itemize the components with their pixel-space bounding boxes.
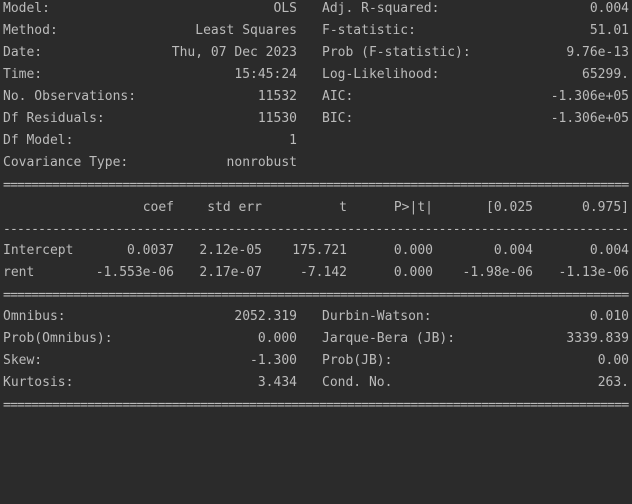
method-label: Method:: [3, 23, 58, 38]
model-label: Model:: [3, 1, 50, 16]
col-t: t: [339, 200, 347, 215]
row-name-intercept: Intercept: [3, 243, 74, 258]
aic-label: AIC:: [322, 89, 354, 104]
prob-omnibus-value: 0.000: [257, 331, 297, 346]
f-statistic-value: 51.01: [589, 23, 629, 38]
summary-row: Df Model: 1: [3, 130, 629, 152]
col-p-value: P>|t|: [393, 200, 433, 215]
double-rule: ========================================…: [3, 290, 629, 301]
cell-std-err: 2.12e-05: [199, 243, 262, 258]
bic-value: -1.306e+05: [550, 111, 629, 126]
skew-label: Skew:: [3, 353, 43, 368]
summary-row: Method: Least Squares F-statistic: 51.01: [3, 20, 629, 42]
model-value: OLS: [273, 1, 297, 16]
double-rule: ========================================…: [3, 400, 629, 411]
date-label: Date:: [3, 45, 43, 60]
date-value: Thu, 07 Dec 2023: [171, 45, 297, 60]
col-ci-upper: 0.975]: [582, 200, 629, 215]
df-residuals-value: 11530: [257, 111, 297, 126]
cell-coef: 0.0037: [127, 243, 174, 258]
no-observations-value: 11532: [257, 89, 297, 104]
cell-ci-lower: 0.004: [493, 243, 533, 258]
kurtosis-label: Kurtosis:: [3, 375, 74, 390]
summary-row: Kurtosis: 3.434 Cond. No. 263.: [3, 372, 629, 394]
log-likelihood-value: 65299.: [582, 67, 629, 82]
f-statistic-label: F-statistic:: [322, 23, 416, 38]
df-residuals-label: Df Residuals:: [3, 111, 105, 126]
cell-std-err: 2.17e-07: [199, 265, 262, 280]
df-model-label: Df Model:: [3, 133, 74, 148]
col-ci-lower: [0.025: [486, 200, 533, 215]
cell-coef: -1.553e-06: [95, 265, 174, 280]
regression-summary-output: Model: OLS Adj. R-squared: 0.004 Method:…: [3, 0, 629, 412]
durbin-watson-value: 0.010: [589, 309, 629, 324]
cell-ci-upper: 0.004: [589, 243, 629, 258]
method-value: Least Squares: [195, 23, 297, 38]
table-row: rent -1.553e-06 2.17e-07 -7.142 0.000 -1…: [3, 262, 629, 284]
cell-t: 175.721: [292, 243, 347, 258]
no-observations-label: No. Observations:: [3, 89, 137, 104]
summary-row: Skew: -1.300 Prob(JB): 0.00: [3, 350, 629, 372]
aic-value: -1.306e+05: [550, 89, 629, 104]
table-row: Intercept 0.0037 2.12e-05 175.721 0.000 …: [3, 240, 629, 262]
omnibus-label: Omnibus:: [3, 309, 66, 324]
summary-row: Time: 15:45:24 Log-Likelihood: 65299.: [3, 64, 629, 86]
cell-p-value: 0.000: [393, 265, 433, 280]
cell-p-value: 0.000: [393, 243, 433, 258]
row-name-rent: rent: [3, 265, 35, 280]
summary-row: No. Observations: 11532 AIC: -1.306e+05: [3, 86, 629, 108]
kurtosis-value: 3.434: [257, 375, 297, 390]
summary-row: Model: OLS Adj. R-squared: 0.004: [3, 0, 629, 20]
jarque-bera-label: Jarque-Bera (JB):: [322, 331, 456, 346]
col-std-err: std err: [207, 200, 262, 215]
time-value: 15:45:24: [234, 67, 297, 82]
double-rule: ========================================…: [3, 180, 629, 191]
adj-r-squared-label: Adj. R-squared:: [322, 1, 440, 16]
cell-ci-upper: -1.13e-06: [558, 265, 629, 280]
prob-f-statistic-value: 9.76e-13: [566, 45, 629, 60]
skew-value: -1.300: [250, 353, 297, 368]
prob-omnibus-label: Prob(Omnibus):: [3, 331, 113, 346]
cond-no-value: 263.: [597, 375, 629, 390]
summary-row: Prob(Omnibus): 0.000 Jarque-Bera (JB): 3…: [3, 328, 629, 350]
prob-jb-label: Prob(JB):: [322, 353, 393, 368]
col-coef: coef: [142, 200, 174, 215]
summary-row: Omnibus: 2052.319 Durbin-Watson: 0.010: [3, 306, 629, 328]
cond-no-label: Cond. No.: [322, 375, 393, 390]
bic-label: BIC:: [322, 111, 354, 126]
prob-f-statistic-label: Prob (F-statistic):: [322, 45, 471, 60]
cell-ci-lower: -1.98e-06: [462, 265, 533, 280]
summary-row: Df Residuals: 11530 BIC: -1.306e+05: [3, 108, 629, 130]
covariance-type-label: Covariance Type:: [3, 155, 129, 170]
time-label: Time:: [3, 67, 43, 82]
single-rule: ----------------------------------------…: [3, 224, 629, 235]
adj-r-squared-value: 0.004: [589, 1, 629, 16]
summary-row: Date: Thu, 07 Dec 2023 Prob (F-statistic…: [3, 42, 629, 64]
jarque-bera-value: 3339.839: [566, 331, 629, 346]
omnibus-value: 2052.319: [234, 309, 297, 324]
prob-jb-value: 0.00: [597, 353, 629, 368]
cell-t: -7.142: [300, 265, 347, 280]
summary-row: Covariance Type: nonrobust: [3, 152, 629, 174]
covariance-type-value: nonrobust: [226, 155, 297, 170]
durbin-watson-label: Durbin-Watson:: [322, 309, 432, 324]
log-likelihood-label: Log-Likelihood:: [322, 67, 440, 82]
df-model-value: 1: [289, 133, 297, 148]
coef-table-header: coef std err t P>|t| [0.025 0.975]: [3, 197, 629, 219]
